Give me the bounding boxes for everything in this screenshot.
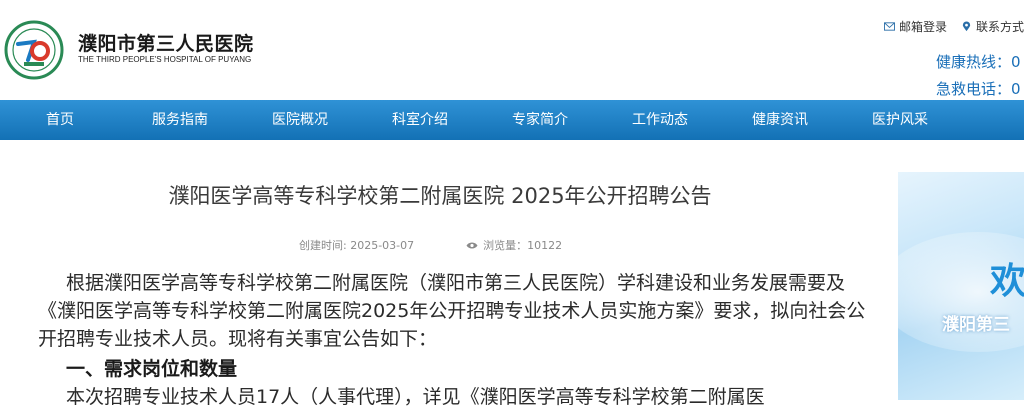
created-label: 创建时间: [299,239,351,252]
hospital-name: 濮阳市第三人民医院 [78,33,254,55]
nav-item-service-guide[interactable]: 服务指南 [152,100,208,140]
nav-item-health-info[interactable]: 健康资讯 [752,100,808,140]
mail-login-link[interactable]: 邮箱登录 [883,18,947,35]
health-hotline: 健康热线：0 [936,53,1021,71]
created-time: 创建时间: 2025-03-07 [299,237,414,253]
nav-item-hospital-overview[interactable]: 医院概况 [272,100,328,140]
top-links: 邮箱登录 联系方式 [883,18,1024,35]
location-pin-icon [962,21,971,32]
article-content: 濮阳医学高等专科学校第二附属医院 2025年公开招聘公告 创建时间: 2025-… [0,140,880,408]
site-header: 濮阳市第三人民医院 THE THIRD PEOPLE'S HOSPITAL OF… [0,0,1024,100]
emergency-phone: 急救电话：0 [936,80,1021,98]
mail-login-label: 邮箱登录 [898,20,947,34]
created-date: 2025-03-07 [350,239,415,252]
hospital-logo-icon [4,20,64,80]
hospital-logo[interactable] [4,20,64,80]
eye-icon [466,242,478,248]
section-heading: 一、需求岗位和数量 [66,358,238,380]
contact-label: 联系方式 [975,20,1024,34]
article-meta: 创建时间: 2025-03-07 浏览量：10122 [299,237,562,253]
views-label: 浏览量： [483,239,528,252]
welcome-banner[interactable]: 欢 濮阳第三 [898,172,1024,400]
nav-item-home[interactable]: 首页 [46,100,74,140]
view-count: 浏览量：10122 [466,237,562,253]
hospital-name-english: THE THIRD PEOPLE'S HOSPITAL OF PUYANG [78,55,252,64]
article-paragraph: 根据濮阳医学高等专科学校第二附属医院（濮阳市第三人民医院）学科建设和业务发展需要… [38,272,866,350]
article-title: 濮阳医学高等专科学校第二附属医院 2025年公开招聘公告 [168,184,712,208]
nav-item-departments[interactable]: 科室介绍 [392,100,448,140]
main-navigation: 首页 服务指南 医院概况 科室介绍 专家简介 工作动态 健康资讯 医护风采 [0,100,1024,140]
banner-welcome-text: 欢 [990,261,1024,302]
nav-item-experts[interactable]: 专家简介 [512,100,568,140]
mail-icon [883,22,895,31]
nav-item-work-news[interactable]: 工作动态 [632,100,688,140]
nav-item-staff-showcase[interactable]: 医护风采 [872,100,928,140]
banner-subtitle: 濮阳第三 [942,315,1010,335]
article-paragraph-2: 本次招聘专业技术人员17人（人事代理），详见《濮阳医学高等专科学校第二附属医 [66,386,765,408]
contact-link[interactable]: 联系方式 [961,18,1024,35]
views-count: 10122 [527,239,563,252]
